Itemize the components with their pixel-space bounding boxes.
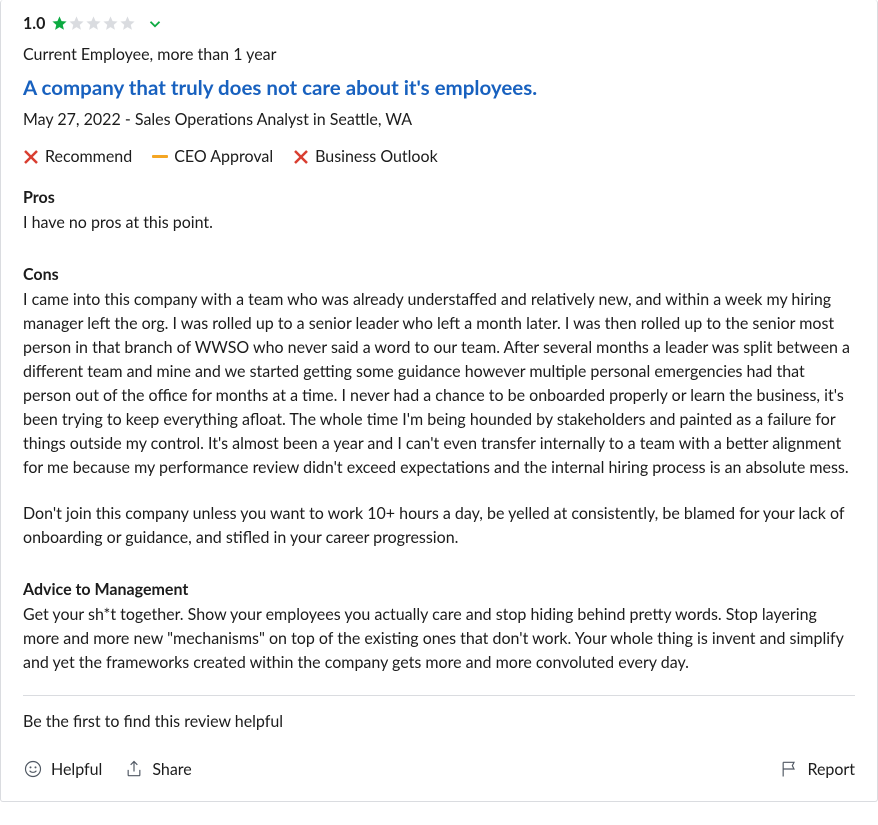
rating-value: 1.0 [23,14,45,33]
star-icon [68,15,85,32]
cons-paragraph: I came into this company with a team who… [23,288,855,480]
share-icon [124,759,144,779]
recommend-label: Recommend [45,147,132,166]
star-icon [102,15,119,32]
review-meta: May 27, 2022 - Sales Operations Analyst … [23,110,855,129]
dash-icon [152,149,168,165]
business-outlook-indicator: Business Outlook [293,147,438,166]
review-card: 1.0 Current Employee, more than 1 year A… [0,0,878,802]
helpful-count-text: Be the first to find this review helpful [23,712,855,731]
report-label: Report [807,760,855,779]
divider [23,695,855,696]
star-icon [51,15,68,32]
x-icon [23,149,39,165]
cons-body: I came into this company with a team who… [23,288,855,550]
pros-heading: Pros [23,188,855,207]
smile-icon [23,759,43,779]
employment-status: Current Employee, more than 1 year [23,45,855,64]
flag-icon [779,759,799,779]
advice-body: Get your sh*t together. Show your employ… [23,603,855,675]
indicator-row: Recommend CEO Approval Business Outlook [23,147,855,166]
star-rating [51,15,136,32]
cons-paragraph: Don't join this company unless you want … [23,502,855,550]
left-actions: Helpful Share [23,759,192,779]
rating-row: 1.0 [23,14,855,33]
cons-heading: Cons [23,265,855,284]
star-icon [85,15,102,32]
recommend-indicator: Recommend [23,147,132,166]
ceo-approval-indicator: CEO Approval [152,147,273,166]
x-icon [293,149,309,165]
ceo-label: CEO Approval [174,147,273,166]
helpful-label: Helpful [51,760,102,779]
chevron-down-icon[interactable] [146,15,164,33]
share-button[interactable]: Share [124,759,191,779]
outlook-label: Business Outlook [315,147,438,166]
report-button[interactable]: Report [779,759,855,779]
review-title-link[interactable]: A company that truly does not care about… [23,76,537,100]
action-row: Helpful Share Report [23,759,855,779]
pros-body: I have no pros at this point. [23,211,855,235]
helpful-button[interactable]: Helpful [23,759,102,779]
share-label: Share [152,760,191,779]
star-icon [119,15,136,32]
advice-heading: Advice to Management [23,580,855,599]
